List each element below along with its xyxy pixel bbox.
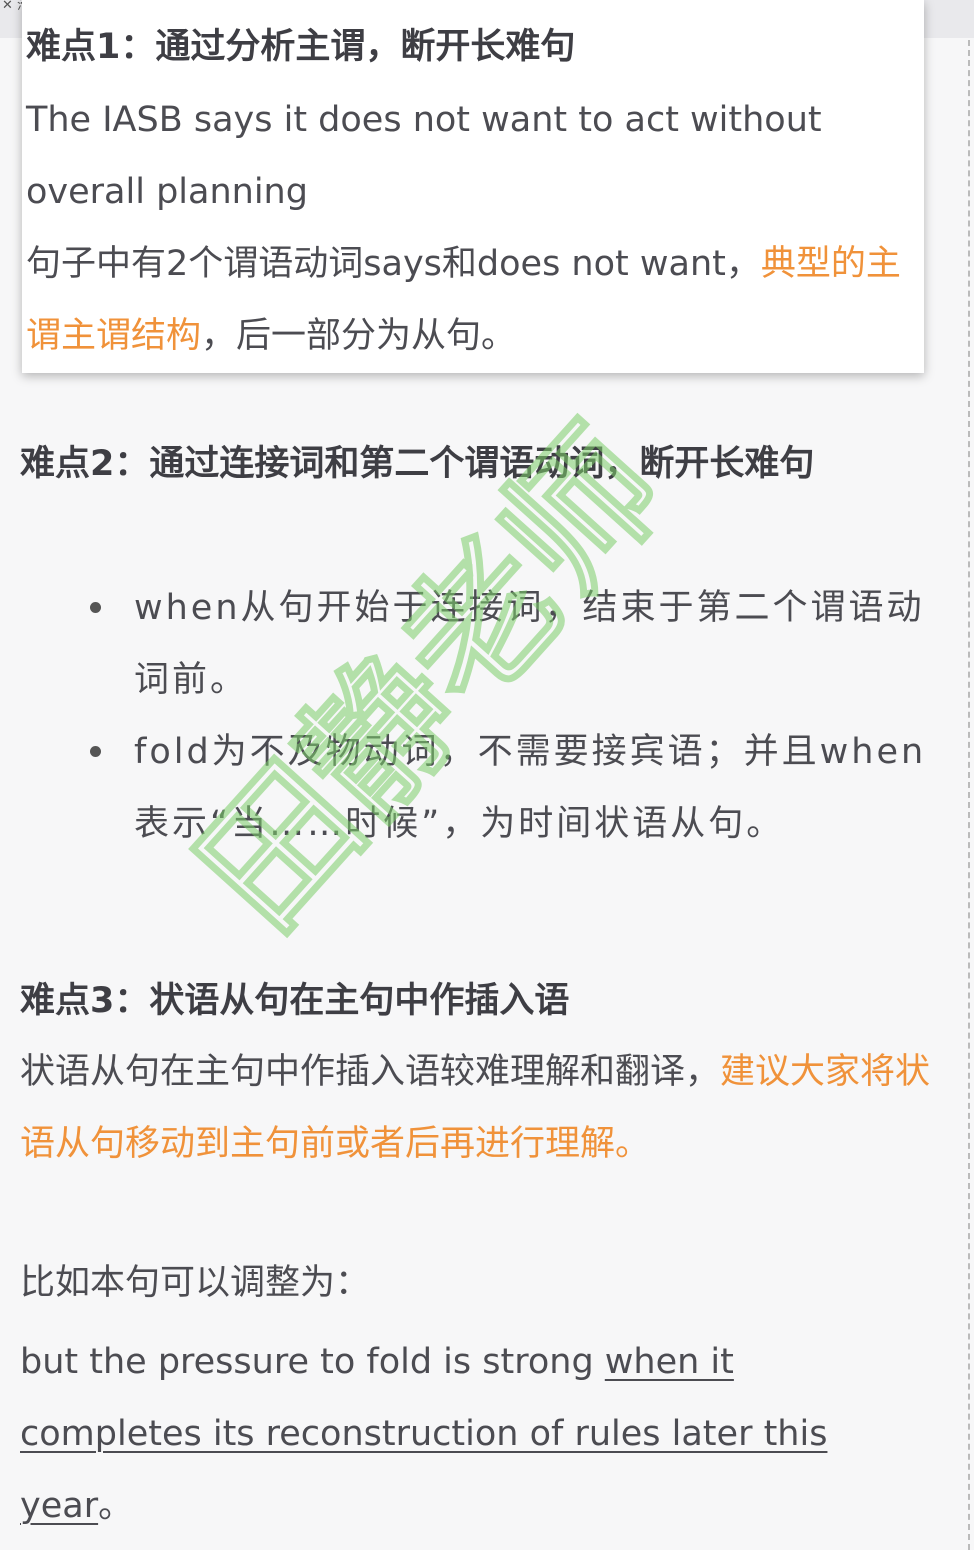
- bullet-text: when从句开始于连接词，结束于第二个谓语动词前。: [134, 588, 925, 700]
- bullet-dot-icon: [90, 602, 101, 613]
- section1-body: The IASB says it does not want to act wi…: [26, 84, 916, 372]
- section1-title: 难点1：通过分析主谓，断开长难句: [26, 27, 576, 67]
- section1-explanation: 句子中有2个谓语动词says和does not want，: [26, 244, 761, 284]
- list-item: when从句开始于连接词，结束于第二个谓语动词前。: [90, 572, 942, 716]
- section2-bullet-list: when从句开始于连接词，结束于第二个谓语动词前。 fold为不及物动词，不需要…: [90, 572, 942, 860]
- example-sentence-end: 。: [98, 1486, 134, 1526]
- section1-example-sentence: The IASB says it does not want to act wi…: [26, 100, 822, 212]
- list-item: fold为不及物动词，不需要接宾语；并且when表示“当……时候”，为时间状语从…: [90, 716, 942, 860]
- example-sentence: but the pressure to fold is strong when …: [20, 1326, 920, 1542]
- section3-body: 状语从句在主句中作插入语较难理解和翻译，建议大家将状语从句移动到主句前或者后再进…: [20, 1036, 946, 1180]
- example-intro: 比如本句可以调整为：: [20, 1263, 371, 1303]
- section3-body-text: 状语从句在主句中作插入语较难理解和翻译，: [20, 1052, 721, 1092]
- bullet-text: fold为不及物动词，不需要接宾语；并且when表示“当……时候”，为时间状语从…: [134, 732, 927, 844]
- example-sentence-plain: but the pressure to fold is strong: [20, 1342, 605, 1382]
- section1-explanation-tail: ，后一部分为从句。: [201, 316, 517, 356]
- bullet-dot-icon: [90, 746, 101, 757]
- dashed-divider: [968, 40, 970, 1550]
- section3-title: 难点3：状语从句在主句中作插入语: [20, 981, 570, 1021]
- section2-title: 难点2：通过连接词和第二个谓语动词，断开长难句: [20, 444, 815, 484]
